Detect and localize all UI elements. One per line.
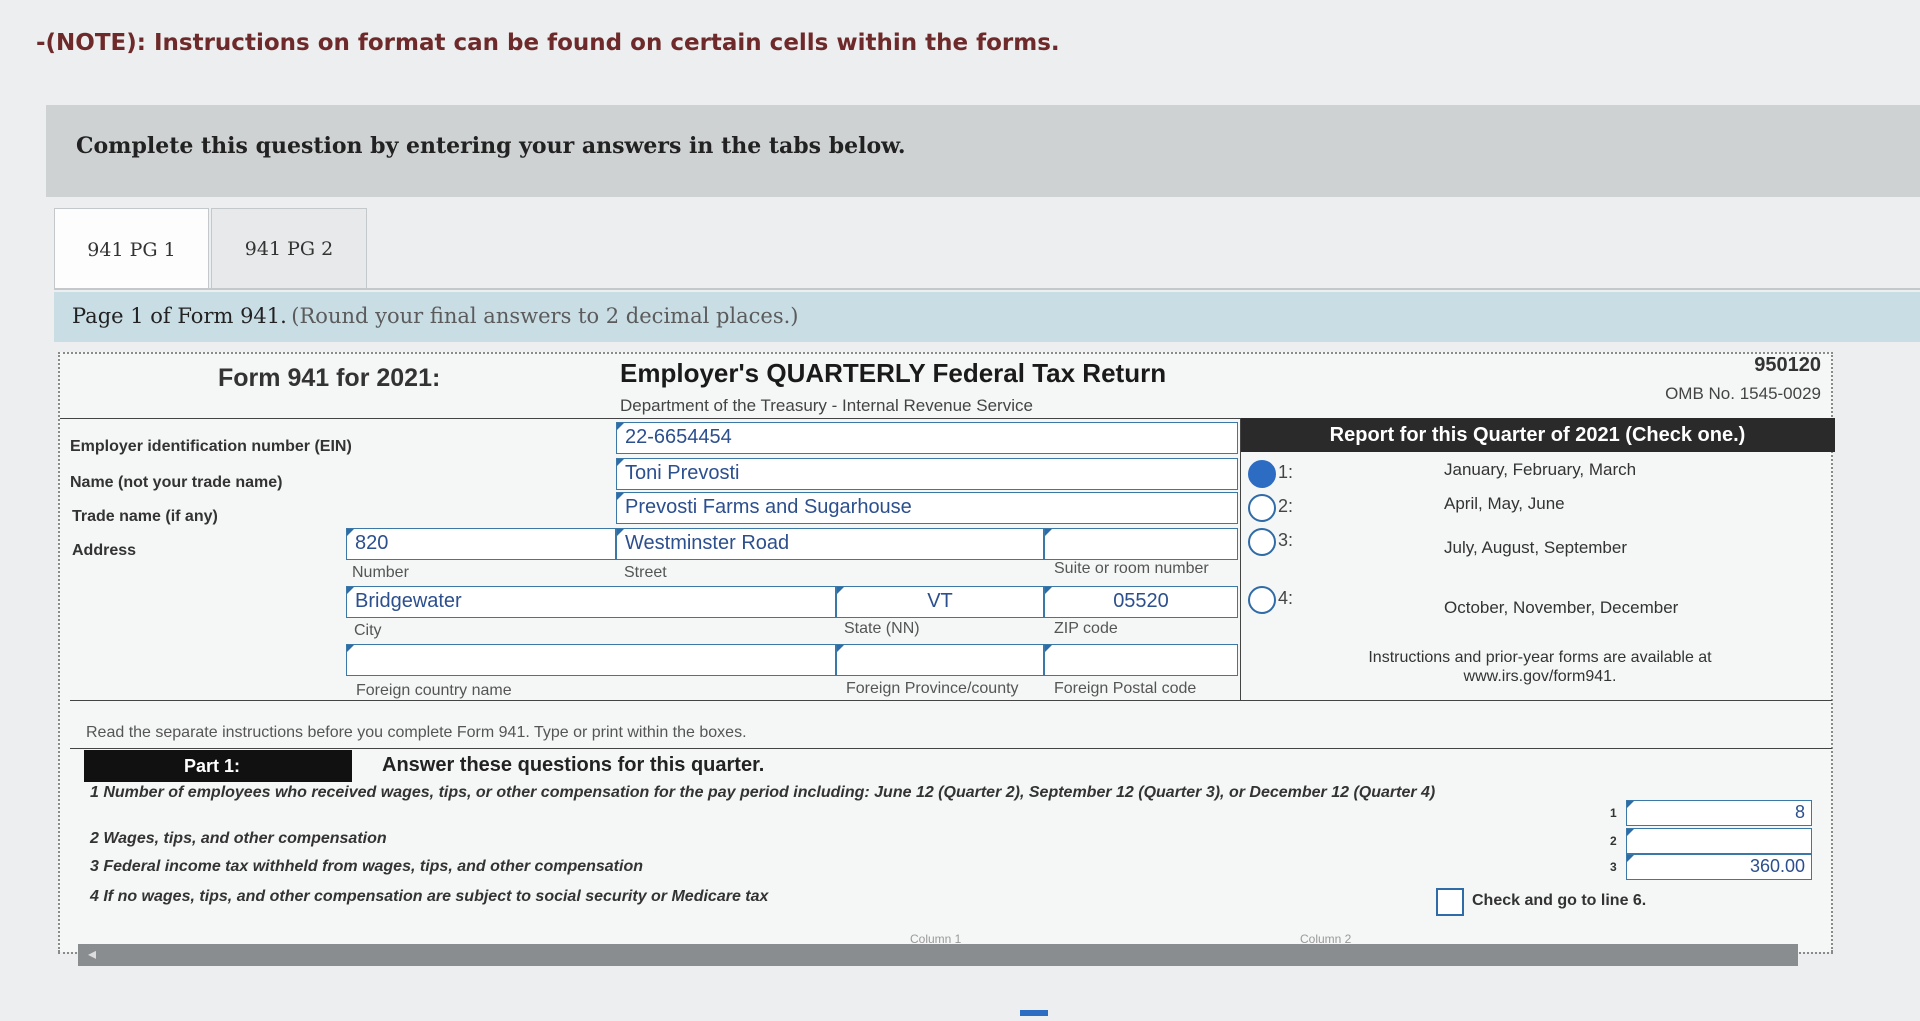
scroll-left-icon[interactable]: ◂ — [88, 944, 96, 964]
instructions-lead: Page 1 of Form 941. — [72, 304, 287, 328]
line-2-text: 2 Wages, tips, and other compensation — [90, 830, 387, 847]
quarter-1-num: 1: — [1278, 462, 1294, 482]
suite-field[interactable] — [1044, 528, 1238, 560]
city-field[interactable]: Bridgewater — [346, 586, 836, 618]
suite-sublabel: Suite or room number — [1054, 560, 1209, 577]
line-3-field[interactable]: 360.00 — [1626, 854, 1812, 880]
foreign-province-sublabel: Foreign Province/county — [846, 680, 1019, 697]
form-code: 950120 — [1754, 354, 1821, 376]
line-4-text: 4 If no wages, tips, and other compensat… — [90, 888, 769, 905]
street-field[interactable]: Westminster Road — [616, 528, 1044, 560]
name-field[interactable]: Toni Prevosti — [616, 458, 1238, 490]
quarter-3-label: July, August, September — [1444, 538, 1628, 557]
quarter-1-radio[interactable] — [1248, 460, 1276, 488]
trade-name-field[interactable]: Prevosti Farms and Sugarhouse — [616, 492, 1238, 524]
number-sublabel: Number — [352, 564, 409, 581]
line-4-check-label: Check and go to line 6. — [1472, 892, 1647, 909]
line-3-text: 3 Federal income tax withheld from wages… — [90, 858, 643, 875]
line-1-num: 1 — [1610, 806, 1617, 820]
identification-rule — [70, 700, 1832, 701]
quarter-2-num: 2: — [1278, 496, 1294, 516]
part-rule — [70, 748, 1832, 749]
foreign-country-field[interactable] — [346, 644, 836, 676]
line-3-num: 3 — [1610, 860, 1617, 874]
quarter-4-num: 4: — [1278, 588, 1294, 608]
tab-divider — [54, 288, 1920, 290]
horizontal-scrollbar[interactable] — [78, 944, 1798, 966]
line-4-checkbox[interactable] — [1436, 888, 1464, 916]
quarter-2-label: April, May, June — [1444, 494, 1565, 513]
quarter-4-label: October, November, December — [1444, 598, 1679, 617]
form-941-page-1: Form 941 for 2021: Employer's QUARTERLY … — [58, 352, 1835, 952]
zip-sublabel: ZIP code — [1054, 620, 1118, 637]
name-label: Name (not your trade name) — [70, 474, 283, 491]
page-indicator — [1020, 1010, 1048, 1016]
ein-field[interactable]: 22-6654454 — [616, 422, 1238, 454]
form-department: Department of the Treasury - Internal Re… — [620, 396, 1033, 415]
ein-label: Employer identification number (EIN) — [70, 438, 352, 455]
part-1-title: Answer these questions for this quarter. — [382, 754, 765, 776]
instructions-rounding: (Round your final answers to 2 decimal p… — [291, 304, 799, 328]
form-title: Form 941 for 2021: — [218, 364, 441, 392]
quarter-footer: Instructions and prior-year forms are av… — [1368, 649, 1712, 685]
part-1-label: Part 1: — [84, 750, 352, 782]
address-label: Address — [72, 542, 137, 559]
tab-941-pg-2[interactable]: 941 PG 2 — [211, 208, 367, 288]
address-number-field[interactable]: 820 — [346, 528, 616, 560]
quarter-heading: Report for this Quarter of 2021 (Check o… — [1240, 418, 1835, 452]
question-prompt-bar: Complete this question by entering your … — [46, 105, 1920, 197]
quarter-3-num: 3: — [1278, 530, 1294, 550]
line-1-field[interactable]: 8 — [1626, 800, 1812, 826]
quarter-3-radio[interactable] — [1248, 528, 1276, 556]
quarter-1-label: January, February, March — [1444, 460, 1637, 479]
omb-number: OMB No. 1545-0029 — [1665, 384, 1821, 403]
foreign-province-field[interactable] — [836, 644, 1044, 676]
read-instructions-note: Read the separate instructions before yo… — [86, 724, 747, 741]
line-1-text: 1 Number of employees who received wages… — [90, 784, 1436, 801]
quarter-4-radio[interactable] — [1248, 586, 1276, 614]
line-2-num: 2 — [1610, 834, 1617, 848]
header-rule — [60, 418, 1240, 419]
quarter-2-radio[interactable] — [1248, 494, 1276, 522]
city-sublabel: City — [354, 622, 382, 639]
trade-name-label: Trade name (if any) — [72, 508, 218, 525]
street-sublabel: Street — [624, 564, 667, 581]
tab-941-pg-1[interactable]: 941 PG 1 — [54, 208, 209, 290]
foreign-postal-field[interactable] — [1044, 644, 1238, 676]
format-note: -(NOTE): Instructions on format can be f… — [36, 30, 1060, 56]
state-field[interactable]: VT — [836, 586, 1044, 618]
line-2-field[interactable] — [1626, 828, 1812, 854]
state-sublabel: State (NN) — [844, 620, 920, 637]
question-prompt: Complete this question by entering your … — [76, 133, 906, 159]
foreign-country-sublabel: Foreign country name — [356, 682, 512, 699]
form-subject: Employer's QUARTERLY Federal Tax Return — [620, 358, 1167, 388]
foreign-postal-sublabel: Foreign Postal code — [1054, 680, 1197, 697]
instructions-bar: Page 1 of Form 941. (Round your final an… — [54, 292, 1920, 342]
quarter-divider — [1240, 418, 1241, 700]
zip-field[interactable]: 05520 — [1044, 586, 1238, 618]
